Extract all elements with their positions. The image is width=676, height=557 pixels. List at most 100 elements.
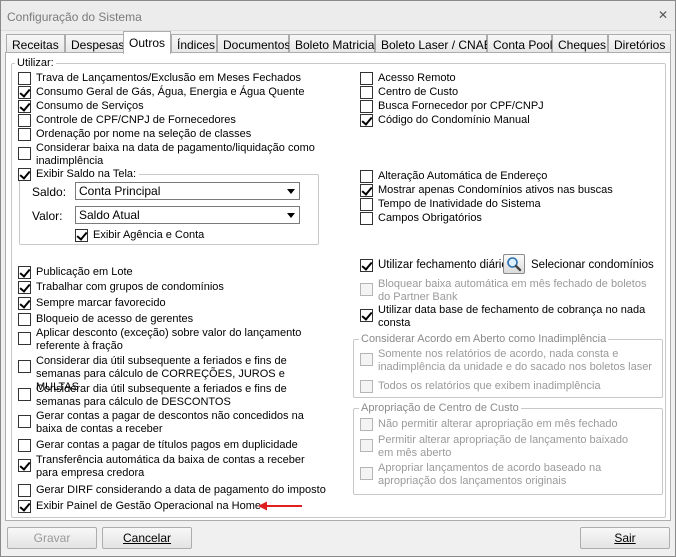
- cb-row-ordenacao[interactable]: Ordenação por nome na seleção de classes: [18, 128, 251, 141]
- cb-row-apropriacao-permitir: Permitir alterar apropriação de lançamen…: [360, 434, 638, 460]
- cb-row-codigo-manual[interactable]: Código do Condomínio Manual: [360, 114, 530, 127]
- checkbox-label: Bloquear baixa automática em mês fechado…: [378, 278, 647, 303]
- checkbox[interactable]: [18, 500, 31, 513]
- checkbox-label: Tempo de Inatividade do Sistema: [378, 198, 541, 210]
- checkbox[interactable]: [18, 147, 31, 160]
- cb-row-consumo-servicos[interactable]: Consumo de Serviços: [18, 100, 144, 113]
- valor-value: Saldo Atual: [79, 208, 140, 222]
- tab-receitas[interactable]: Receitas: [6, 34, 65, 53]
- checkbox-label: Não permitir alterar apropriação em mês …: [378, 418, 618, 430]
- checkbox[interactable]: [18, 72, 31, 85]
- checkbox-label: Considerar baixa na data de pagamento/li…: [36, 142, 315, 167]
- checkbox[interactable]: [18, 415, 31, 428]
- cb-row-centro-custo[interactable]: Centro de Custo: [360, 86, 458, 99]
- checkbox[interactable]: [360, 100, 373, 113]
- checkbox[interactable]: [75, 229, 88, 242]
- sair-label: Sair: [614, 531, 636, 545]
- checkbox[interactable]: [18, 360, 31, 373]
- sair-button[interactable]: Sair: [580, 527, 670, 549]
- checkbox[interactable]: [360, 198, 373, 211]
- chevron-down-icon[interactable]: [282, 183, 299, 199]
- checkbox-label: Permitir alterar apropriação de lançamen…: [378, 434, 629, 459]
- checkbox[interactable]: [18, 388, 31, 401]
- cb-row-painel-gestao[interactable]: Exibir Painel de Gestão Operacional na H…: [18, 500, 261, 513]
- checkbox-label: Campos Obrigatórios: [378, 212, 482, 224]
- cb-row-campos-obrigatorios[interactable]: Campos Obrigatórios: [360, 212, 482, 225]
- checkbox[interactable]: [18, 86, 31, 99]
- cb-row-agencia[interactable]: Exibir Agência e Conta: [75, 229, 204, 242]
- checkbox-label: Utilizar data base de fechamento de cobr…: [378, 304, 646, 329]
- cb-row-dia-util-descontos[interactable]: Considerar dia útil subsequente a feriad…: [18, 383, 318, 409]
- cb-row-tempo-inatividade[interactable]: Tempo de Inatividade do Sistema: [360, 198, 541, 211]
- checkbox[interactable]: [18, 266, 31, 279]
- cancelar-label: Cancelar: [122, 531, 172, 545]
- checkbox[interactable]: [18, 332, 31, 345]
- valor-select[interactable]: Saldo Atual: [75, 206, 300, 224]
- cb-row-alteracao-endereco[interactable]: Alteração Automática de Endereço: [360, 170, 547, 183]
- saldo-select[interactable]: Conta Principal: [75, 182, 300, 200]
- cb-row-busca-fornecedor[interactable]: Busca Fornecedor por CPF/CNPJ: [360, 100, 544, 113]
- arrow-pointer-icon: [258, 501, 302, 511]
- checkbox[interactable]: [360, 114, 373, 127]
- cb-row-transferencia[interactable]: Transferência automática da baixa de con…: [18, 454, 328, 480]
- cb-row-gerar-contas-descontos[interactable]: Gerar contas a pagar de descontos não co…: [18, 410, 328, 436]
- tab-indices[interactable]: Índices: [171, 34, 217, 53]
- cb-row-condominios-ativos[interactable]: Mostrar apenas Condomínios ativos nas bu…: [360, 184, 613, 197]
- checkbox[interactable]: [18, 484, 31, 497]
- checkbox[interactable]: [360, 184, 373, 197]
- search-button[interactable]: [503, 254, 525, 274]
- tab-despesas[interactable]: Despesas: [65, 34, 124, 53]
- tab-cheques[interactable]: Cheques: [552, 34, 608, 53]
- cb-row-titulos-duplicidade[interactable]: Gerar contas a pagar de títulos pagos em…: [18, 439, 298, 452]
- checkbox[interactable]: [360, 72, 373, 85]
- cancelar-button[interactable]: Cancelar: [102, 527, 192, 549]
- tab-diretorios[interactable]: Diretórios: [608, 34, 671, 53]
- checkbox[interactable]: [360, 309, 373, 322]
- tab-boleto-laser[interactable]: Boleto Laser / CNAB: [375, 34, 492, 53]
- cb-row-exibir-saldo[interactable]: Exibir Saldo na Tela:: [18, 168, 140, 181]
- chevron-down-icon[interactable]: [282, 207, 299, 223]
- cb-row-acesso-remoto[interactable]: Acesso Remoto: [360, 72, 456, 85]
- gravar-button[interactable]: Gravar: [7, 527, 97, 549]
- checkbox[interactable]: [18, 114, 31, 127]
- checkbox-label: Consumo de Serviços: [36, 100, 144, 112]
- cb-row-apropriacao-acordo: Apropriar lançamentos de acordo baseado …: [360, 462, 638, 488]
- cb-row-desconto[interactable]: Aplicar desconto (exceção) sobre valor d…: [18, 327, 318, 353]
- cb-row-trava[interactable]: Trava de Lançamentos/Exclusão em Meses F…: [18, 72, 301, 85]
- checkbox[interactable]: [360, 212, 373, 225]
- outros-panel: Utilizar: Trava de Lançamentos/Exclusão …: [5, 52, 671, 521]
- checkbox[interactable]: [18, 100, 31, 113]
- cb-row-bloqueio[interactable]: Bloqueio de acesso de gerentes: [18, 313, 193, 326]
- checkbox[interactable]: [18, 439, 31, 452]
- checkbox-label: Somente nos relatórios de acordo, nada c…: [378, 348, 652, 373]
- cb-row-publicacao[interactable]: Publicação em Lote: [18, 266, 133, 279]
- checkbox[interactable]: [18, 313, 31, 326]
- checkbox[interactable]: [18, 281, 31, 294]
- tab-conta-pool[interactable]: Conta Pool: [487, 34, 552, 53]
- cb-row-considerar-baixa[interactable]: Considerar baixa na data de pagamento/li…: [18, 142, 318, 168]
- checkbox-label: Gerar contas a pagar de títulos pagos em…: [36, 439, 298, 451]
- checkbox-label: Busca Fornecedor por CPF/CNPJ: [378, 100, 544, 112]
- tab-documentos[interactable]: Documentos: [217, 34, 290, 53]
- cb-row-consumo-geral[interactable]: Consumo Geral de Gás, Água, Energia e Ág…: [18, 86, 304, 99]
- cb-row-data-base[interactable]: Utilizar data base de fechamento de cobr…: [360, 304, 650, 330]
- cb-row-controle-cpf[interactable]: Controle de CPF/CNPJ de Fornecedores: [18, 114, 236, 127]
- cb-row-dirf[interactable]: Gerar DIRF considerando a data de pagame…: [18, 484, 326, 497]
- cb-row-grupos[interactable]: Trabalhar com grupos de condomínios: [18, 281, 224, 294]
- checkbox[interactable]: [18, 459, 31, 472]
- checkbox[interactable]: [360, 170, 373, 183]
- checkbox[interactable]: [18, 297, 31, 310]
- checkbox-label: Gerar contas a pagar de descontos não co…: [36, 410, 304, 435]
- checkbox-label: Código do Condomínio Manual: [378, 114, 530, 126]
- selecionar-condominios-label[interactable]: Selecionar condomínios: [531, 259, 654, 271]
- checkbox: [360, 283, 373, 296]
- checkbox[interactable]: [18, 128, 31, 141]
- checkbox[interactable]: [18, 168, 31, 181]
- tab-outros[interactable]: Outros: [123, 31, 171, 54]
- close-icon[interactable]: ✕: [655, 7, 671, 23]
- cb-row-favorecido[interactable]: Sempre marcar favorecido: [18, 297, 166, 310]
- tab-boleto-matricial[interactable]: Boleto Matricial: [289, 34, 377, 53]
- checkbox[interactable]: [360, 86, 373, 99]
- checkbox[interactable]: [360, 259, 373, 272]
- cb-row-fechamento-diario[interactable]: Utilizar fechamento diário: [360, 259, 508, 272]
